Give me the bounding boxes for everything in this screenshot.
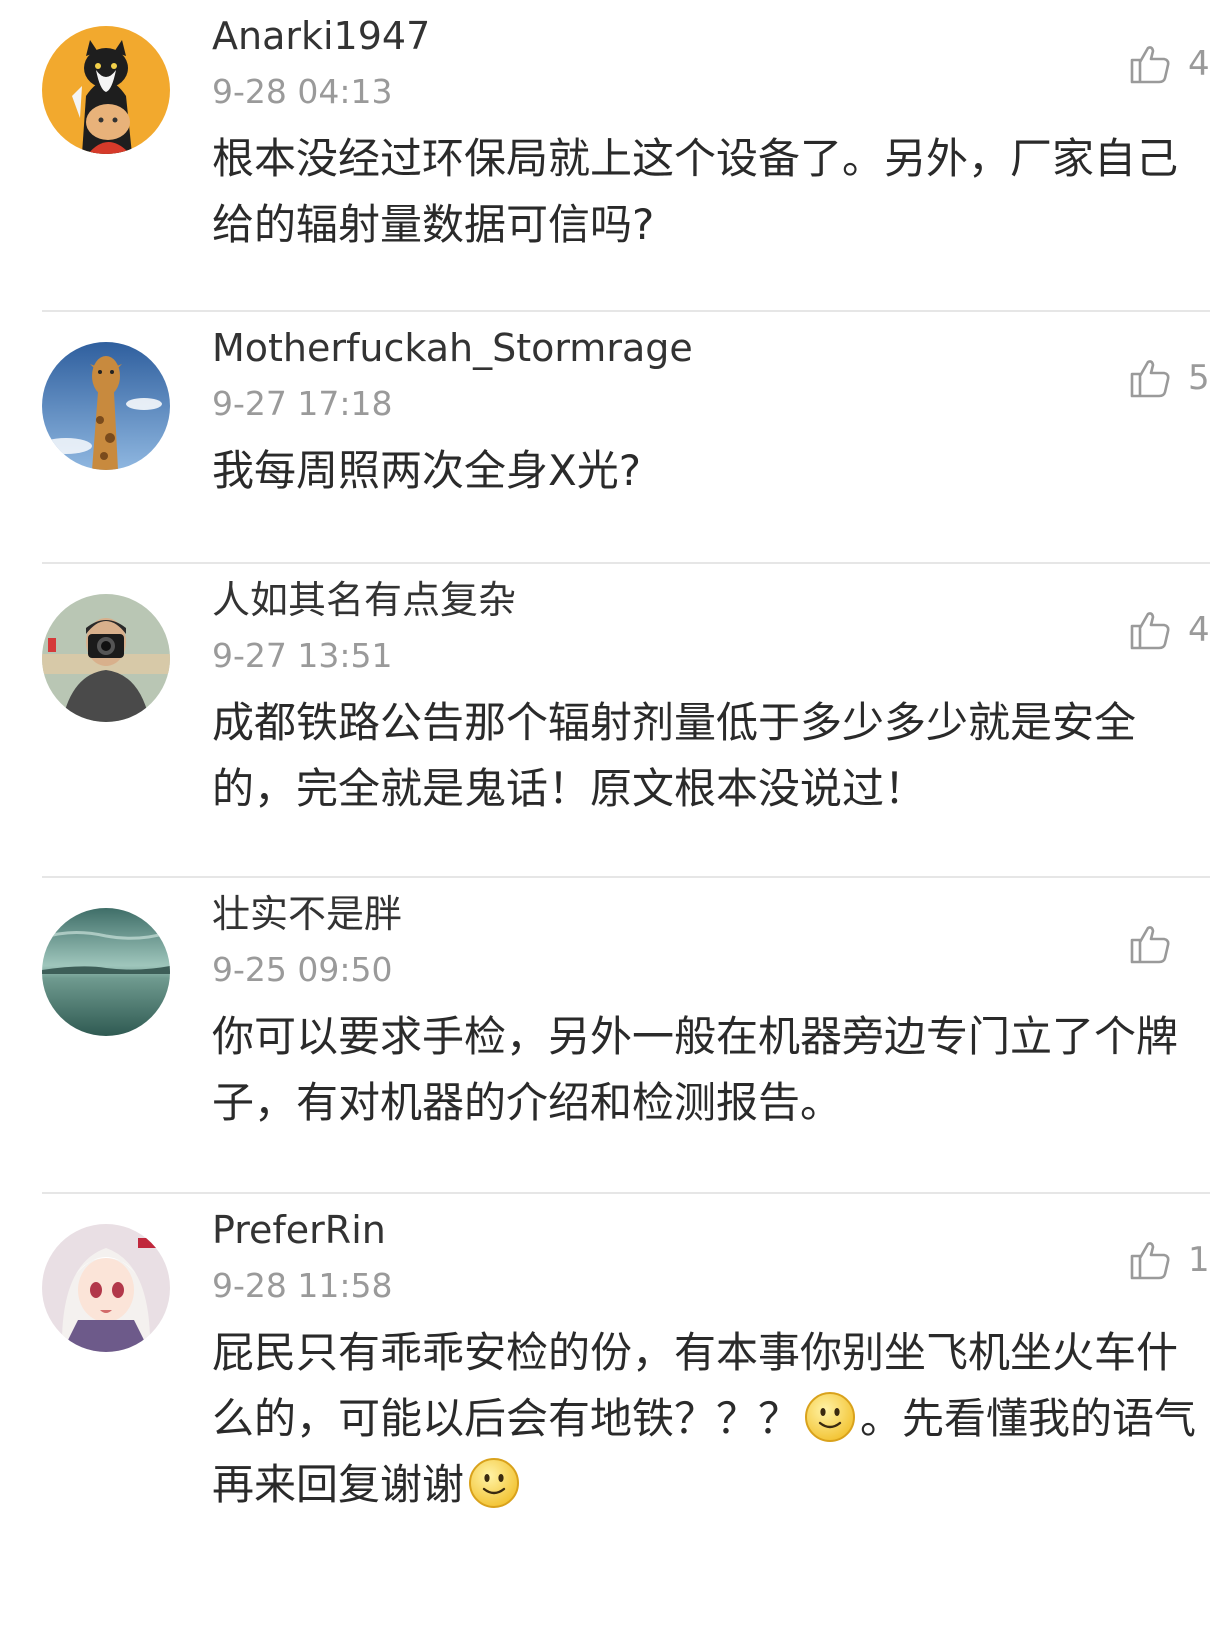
comment-item: PreferRin 9-28 11:58 屁民只有乖乖安检的份，有本事你别坐飞机… (42, 1194, 1210, 1634)
username[interactable]: Motherfuckah_Stormrage (212, 326, 1210, 370)
comment-time: 9-25 09:50 (212, 950, 393, 989)
username[interactable]: 人如其名有点复杂 (212, 578, 1210, 622)
thumbs-up-icon (1126, 1236, 1174, 1284)
comment-text: 屁民只有乖乖安检的份，有本事你别坐飞机坐火车什么的，可能以后会有地铁？？？ 。先看… (212, 1320, 1210, 1518)
comment-text: 成都铁路公告那个辐射剂量低于多少多少就是安全的，完全就是鬼话！原文根本没说过！ (212, 698, 1137, 813)
comment-text: 根本没经过环保局就上这个设备了。另外，厂家自己给的辐射量数据可信吗? (212, 134, 1179, 249)
comment-text: 我每周照两次全身X光? (212, 446, 642, 495)
like-count: 5 (1188, 358, 1210, 398)
comment-time: 9-28 11:58 (212, 1266, 393, 1305)
like-count: 4 (1188, 44, 1210, 84)
avatar-photographer-image (42, 594, 170, 722)
comment-time: 9-27 17:18 (212, 384, 393, 423)
comment-item: 壮实不是胖 9-25 09:50 你可以要求手检，另外一般在机器旁边专门立了个牌… (42, 878, 1210, 1194)
comment-item: Motherfuckah_Stormrage 9-27 17:18 我每周照两次… (42, 312, 1210, 564)
like-button[interactable]: 4 (1126, 40, 1210, 88)
like-count: 1 (1188, 1240, 1210, 1280)
thumbs-up-icon (1126, 606, 1174, 654)
comment-time: 9-28 04:13 (212, 72, 393, 111)
avatar[interactable] (42, 908, 170, 1036)
avatar-cat-image (42, 26, 170, 154)
avatar[interactable] (42, 594, 170, 722)
like-button[interactable]: 1 (1126, 1236, 1210, 1284)
like-button[interactable]: 5 (1126, 354, 1210, 402)
like-button[interactable]: 4 (1126, 606, 1210, 654)
comment-time: 9-27 13:51 (212, 636, 393, 675)
comment-list: Anarki1947 9-28 04:13 根本没经过环保局就上这个设备了。另外… (0, 0, 1230, 1634)
like-count: 4 (1188, 610, 1210, 650)
avatar[interactable] (42, 26, 170, 154)
smiley-emoji-icon (468, 1457, 520, 1509)
username[interactable]: PreferRin (212, 1208, 1210, 1252)
comment-item: Anarki1947 9-28 04:13 根本没经过环保局就上这个设备了。另外… (42, 0, 1210, 312)
smiley-emoji-icon (804, 1391, 856, 1443)
username[interactable]: 壮实不是胖 (212, 892, 1210, 936)
thumbs-up-icon (1126, 920, 1174, 968)
comment-item: 人如其名有点复杂 9-27 13:51 成都铁路公告那个辐射剂量低于多少多少就是… (42, 564, 1210, 878)
comment-text: 你可以要求手检，另外一般在机器旁边专门立了个牌子，有对机器的介绍和检测报告。 (212, 1012, 1179, 1127)
thumbs-up-icon (1126, 40, 1174, 88)
thumbs-up-icon (1126, 354, 1174, 402)
avatar-giraffe-image (42, 342, 170, 470)
avatar[interactable] (42, 342, 170, 470)
like-button[interactable] (1126, 920, 1210, 968)
avatar-anime-image (42, 1224, 170, 1352)
avatar[interactable] (42, 1224, 170, 1352)
username[interactable]: Anarki1947 (212, 14, 1210, 58)
avatar-landscape-image (42, 908, 170, 1036)
